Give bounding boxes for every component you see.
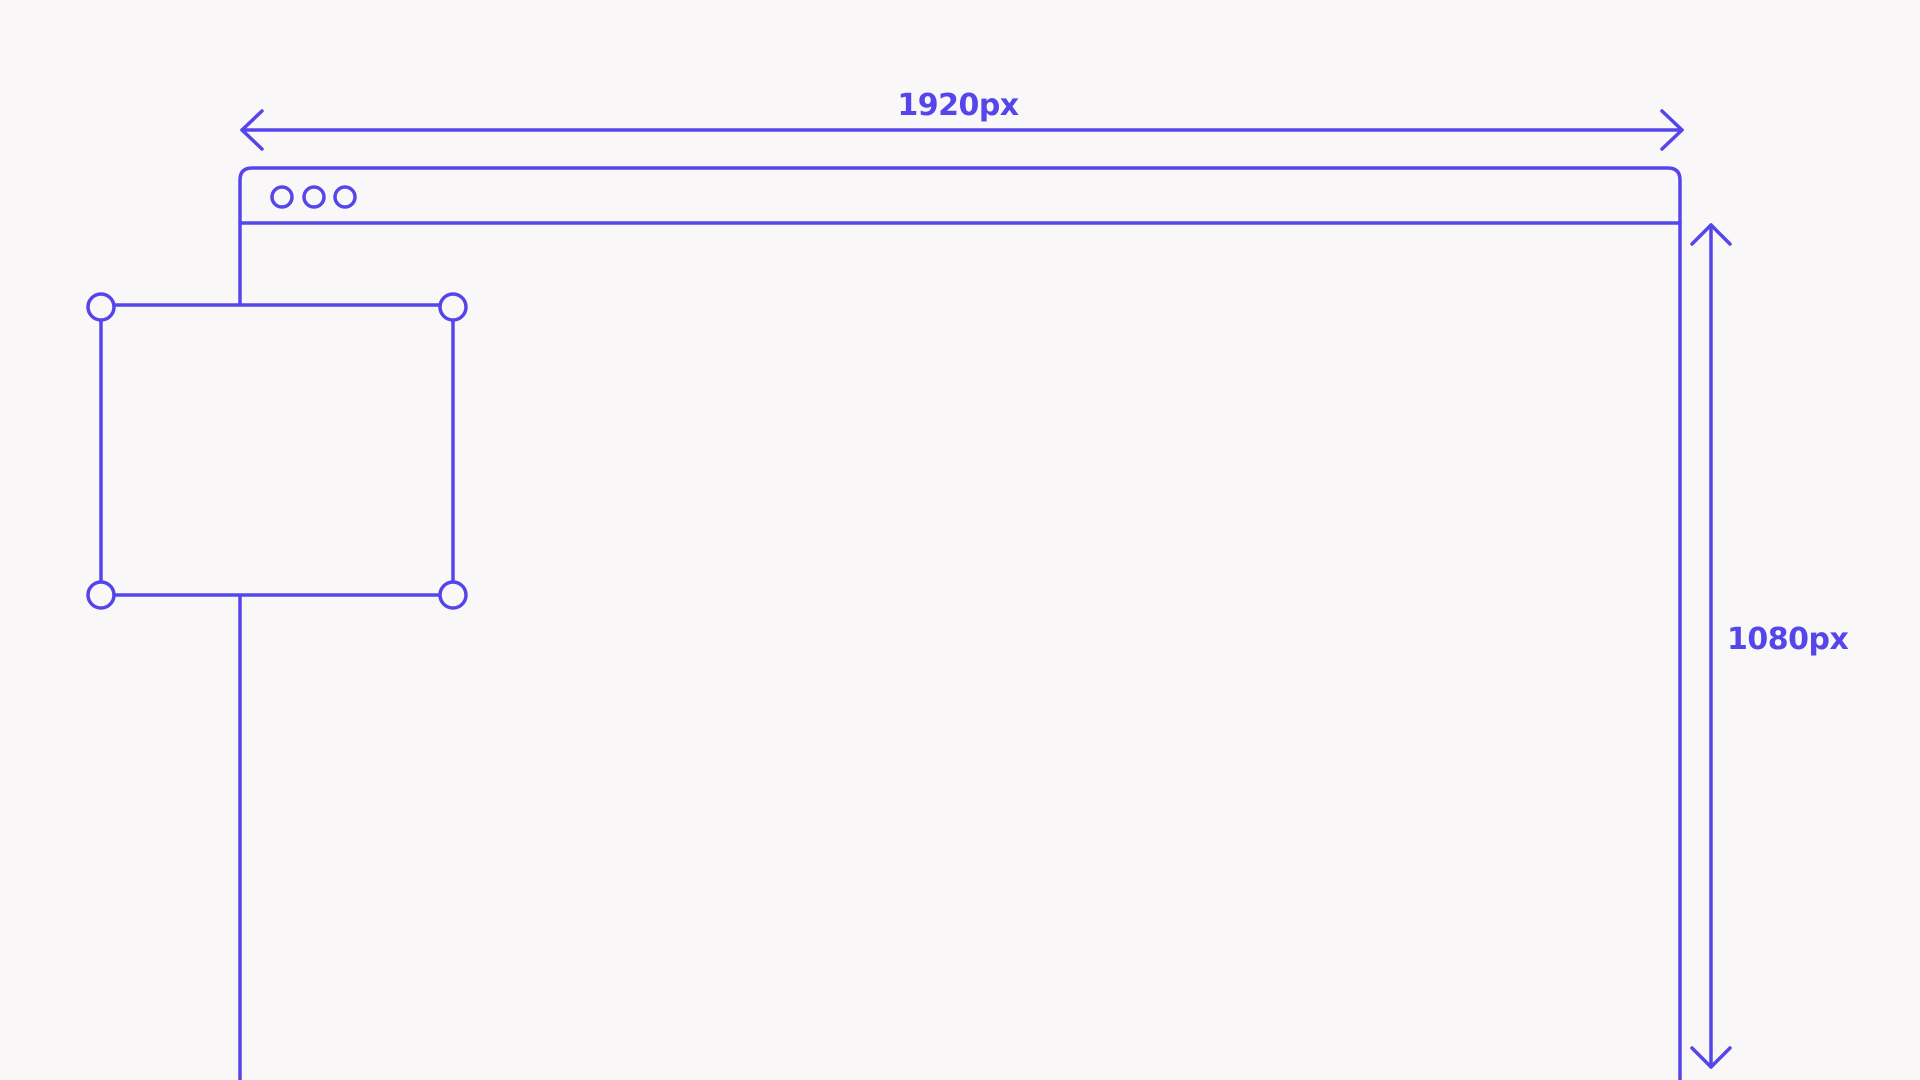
traffic-light-icon (333, 185, 357, 209)
height-label: 1080px (1727, 622, 1848, 657)
traffic-light-icon (270, 185, 294, 209)
width-label: 1920px (897, 88, 1018, 123)
resize-handle-bottom-right[interactable] (438, 580, 468, 610)
window-traffic-lights (270, 185, 357, 209)
resize-handle-top-left[interactable] (86, 292, 116, 322)
diagram-canvas: 1920px 1080px (0, 0, 1920, 1080)
selected-element[interactable] (86, 292, 468, 610)
selection-box[interactable] (99, 303, 455, 597)
resize-handle-bottom-left[interactable] (86, 580, 116, 610)
height-dimension-arrow: 1080px (1690, 223, 1849, 1069)
screen-size-diagram: 1920px 1080px (86, 88, 1849, 1080)
resize-handle-top-right[interactable] (438, 292, 468, 322)
traffic-light-icon (302, 185, 326, 209)
width-dimension-arrow: 1920px (240, 88, 1684, 151)
